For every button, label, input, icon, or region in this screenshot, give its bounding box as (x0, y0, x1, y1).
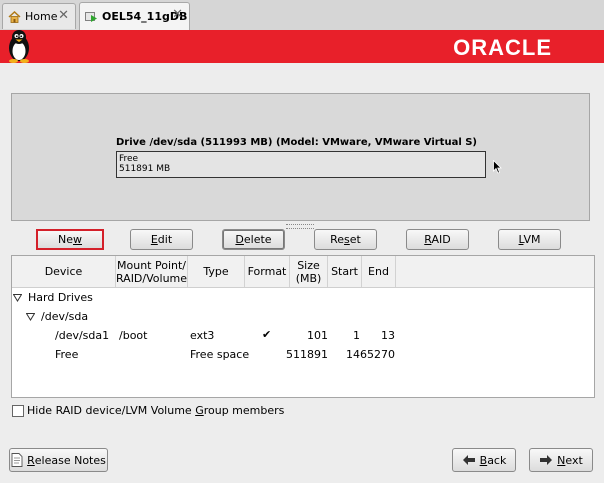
cell-start: 14 (346, 348, 360, 361)
column-size[interactable]: Size (MB) (290, 256, 328, 287)
raid-button[interactable]: RAID (406, 229, 469, 250)
cell-device: /dev/sda1 (55, 329, 110, 342)
cell-type: Free space (190, 348, 250, 361)
expander-down-icon[interactable] (25, 311, 36, 324)
next-label-rest: ext (565, 453, 583, 467)
oracle-banner: ORACLE (0, 30, 604, 63)
tree-label-hard-drives: Hard Drives (28, 291, 93, 304)
reset-label-rest: et (349, 233, 361, 246)
hide-raid-checkbox[interactable] (12, 405, 24, 417)
delete-label-rest: elete (243, 233, 272, 246)
new-mnemonic: w (73, 233, 82, 246)
tab-home-label: Home (25, 10, 58, 23)
next-mnemonic: N (557, 453, 566, 467)
back-label-rest: ack (487, 453, 507, 467)
column-end[interactable]: End (362, 256, 396, 287)
delete-mnemonic: D (235, 233, 244, 246)
column-mount-line2: RAID/Volume (115, 271, 188, 285)
drive-free-size: 511891 MB (119, 164, 171, 174)
expander-down-icon[interactable] (12, 292, 23, 305)
back-mnemonic: B (479, 453, 488, 467)
cell-end: 13 (381, 329, 395, 342)
tux-penguin-icon (4, 28, 34, 64)
new-button[interactable]: New (36, 229, 104, 250)
lvm-label-rest: VM (523, 233, 541, 246)
hide-raid-text: Hide RAID device/LVM Volume (27, 404, 196, 417)
tab-oel54[interactable]: OEL54_11gDB ✕ (79, 2, 190, 30)
column-size-line1: Size (297, 258, 320, 272)
close-icon[interactable]: ✕ (172, 7, 183, 22)
resize-grip[interactable] (286, 224, 314, 229)
tab-home[interactable]: Home ✕ (2, 3, 76, 29)
release-notes-label-rest: elease Notes (34, 453, 106, 467)
drive-free-label: Free (119, 154, 139, 164)
cell-start: 1 (353, 329, 360, 342)
column-size-line2: (MB) (295, 271, 322, 285)
new-label: Ne (58, 233, 73, 246)
vm-running-icon (85, 11, 98, 23)
delete-button[interactable]: Delete (222, 229, 285, 250)
edit-mnemonic: E (150, 233, 158, 246)
reset-label: Re (330, 233, 345, 246)
next-button[interactable]: Next (529, 448, 593, 472)
lvm-button[interactable]: LVM (498, 229, 561, 250)
drive-free-segment[interactable]: Free 511891 MB (116, 151, 486, 178)
hide-raid-label[interactable]: Hide RAID device/LVM Volume Group member… (27, 404, 284, 417)
column-mount-point[interactable]: Mount Point/RAID/Volume (116, 256, 188, 287)
hide-raid-text-rest: roup members (203, 404, 285, 417)
reset-button[interactable]: Reset (314, 229, 377, 250)
cell-size: 511891 (286, 348, 328, 361)
partition-table: Device Mount Point/RAID/Volume Type Form… (11, 255, 595, 398)
table-header: Device Mount Point/RAID/Volume Type Form… (12, 256, 594, 288)
close-icon[interactable]: ✕ (58, 8, 69, 23)
cell-device: Free (55, 348, 79, 361)
cell-end: 65270 (360, 348, 395, 361)
column-mount-line1: Mount Point/ (117, 258, 186, 272)
tab-strip: Home ✕ OEL54_11gDB ✕ (0, 0, 604, 31)
column-type[interactable]: Type (188, 256, 245, 287)
column-start[interactable]: Start (328, 256, 362, 287)
arrow-left-icon (462, 454, 476, 466)
mouse-cursor-icon (493, 159, 503, 177)
drive-panel: Drive /dev/sda (511993 MB) (Model: VMwar… (11, 93, 590, 221)
raid-label-rest: AID (431, 233, 451, 246)
column-device[interactable]: Device (12, 256, 116, 287)
arrow-right-icon (539, 454, 553, 466)
cell-mount: /boot (119, 329, 148, 342)
back-button[interactable]: Back (452, 448, 516, 472)
oracle-logo: ORACLE (453, 35, 552, 60)
tree-label-sda: /dev/sda (41, 310, 89, 323)
edit-button[interactable]: Edit (130, 229, 193, 250)
edit-label-rest: dit (157, 233, 173, 246)
drive-title: Drive /dev/sda (511993 MB) (Model: VMwar… (116, 137, 478, 148)
notes-document-icon (11, 453, 23, 467)
release-notes-button[interactable]: Release Notes (9, 448, 108, 472)
format-check-icon: ✔ (262, 328, 272, 341)
release-notes-mnemonic: R (27, 453, 35, 467)
cell-type: ext3 (190, 329, 215, 342)
home-icon (8, 10, 21, 23)
cell-size: 101 (307, 329, 328, 342)
hide-raid-mnemonic: G (195, 404, 204, 417)
column-format[interactable]: Format (245, 256, 290, 287)
